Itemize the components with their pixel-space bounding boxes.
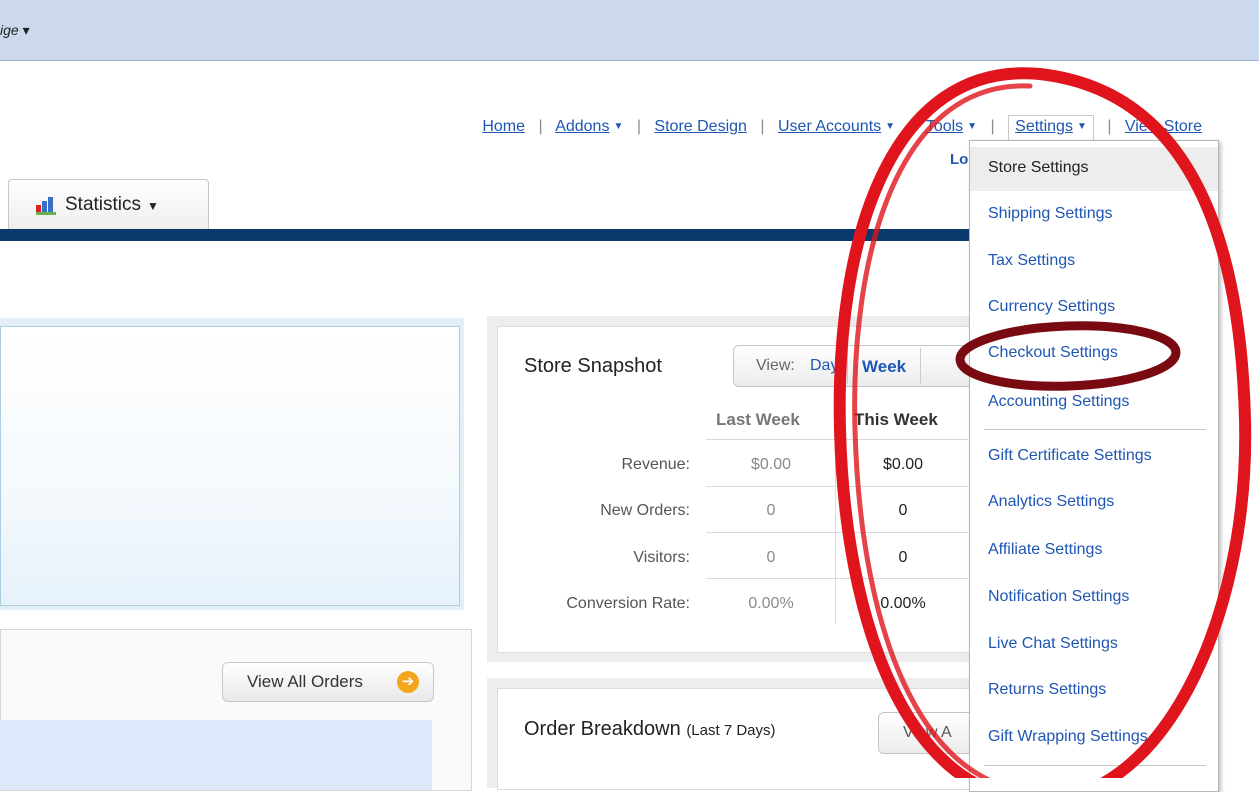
nav-separator: | <box>538 118 543 135</box>
view-all-orders-button[interactable]: View All Orders ➔ <box>222 662 434 702</box>
nav-tools-label: Tools <box>925 118 964 135</box>
conversion-last-week: 0.00% <box>748 595 794 612</box>
menu-divider <box>984 765 1206 766</box>
dashboard-panel <box>0 318 464 610</box>
conversion-this-week: 0.00% <box>880 595 926 612</box>
orders-list-area <box>0 720 432 790</box>
snapshot-view-toggle: View: Day Week <box>733 345 975 387</box>
settings-dropdown-menu: Store Settings Shipping Settings Tax Set… <box>969 140 1219 792</box>
revenue-last-week: $0.00 <box>750 456 792 473</box>
nav-separator: | <box>908 118 913 135</box>
nav-user-accounts-link[interactable]: User Accounts ▼ <box>778 118 895 135</box>
visitors-last-week: 0 <box>766 549 776 566</box>
chevron-down-icon: ▼ <box>613 121 624 132</box>
nav-tools-link[interactable]: Tools ▼ <box>926 118 977 135</box>
bar-chart-icon <box>36 197 56 215</box>
nav-settings-link[interactable]: Settings ▼ <box>1015 118 1087 135</box>
nav-view-store-link[interactable]: View Store <box>1125 118 1202 135</box>
nav-separator: | <box>760 118 765 135</box>
row-divider <box>706 439 968 440</box>
nav-user-accounts-label: User Accounts <box>777 118 882 135</box>
column-header-this-week: This Week <box>854 410 938 429</box>
menu-divider <box>984 429 1206 430</box>
menu-item-accounting-settings[interactable]: Accounting Settings <box>970 381 1218 425</box>
revenue-this-week: $0.00 <box>882 456 924 473</box>
view-all-orders-label: View All Orders <box>247 672 363 691</box>
menu-item-tax-settings[interactable]: Tax Settings <box>970 240 1218 284</box>
new-orders-last-week: 0 <box>766 502 776 519</box>
main-nav-bar <box>0 229 980 241</box>
nav-settings-label: Settings <box>1015 118 1073 135</box>
new-orders-this-week: 0 <box>898 502 908 519</box>
chevron-down-icon: ▼ <box>967 121 978 132</box>
menu-item-store-settings[interactable]: Store Settings <box>970 147 1218 191</box>
nav-addons-label: Addons <box>555 118 610 135</box>
view-label: View: <box>756 357 795 374</box>
menu-item-currency-settings[interactable]: Currency Settings <box>970 286 1218 330</box>
menu-item-notification-settings[interactable]: Notification Settings <box>970 576 1218 620</box>
view-all-breakdown-label: View A <box>903 724 952 741</box>
login-link[interactable]: Lo <box>950 151 968 168</box>
nav-separator: | <box>1107 118 1112 135</box>
row-label-revenue: Revenue: <box>621 456 691 473</box>
menu-item-gift-wrapping-settings[interactable]: Gift Wrapping Settings <box>970 716 1218 760</box>
view-week-button[interactable]: Week <box>847 348 922 384</box>
nav-separator: | <box>990 118 995 135</box>
row-divider <box>706 578 968 579</box>
menu-item-checkout-settings[interactable]: Checkout Settings <box>970 332 1218 376</box>
row-label-conversion-rate: Conversion Rate: <box>566 595 690 612</box>
row-label-visitors: Visitors: <box>633 549 690 566</box>
top-navigation: Home | Addons ▼ | Store Design | User Acc… <box>482 115 1202 140</box>
nav-home-link[interactable]: Home <box>482 118 525 135</box>
nav-addons-link[interactable]: Addons ▼ <box>555 118 623 135</box>
menu-item-affiliate-settings[interactable]: Affiliate Settings <box>970 529 1218 573</box>
view-day-button[interactable]: Day <box>810 357 838 375</box>
nav-separator: | <box>636 118 641 135</box>
browser-toolbar: ige ▾ <box>0 0 1259 61</box>
menu-item-live-chat-settings[interactable]: Live Chat Settings <box>970 623 1218 667</box>
row-divider <box>706 532 968 533</box>
row-divider <box>706 486 968 487</box>
menu-item-analytics-settings[interactable]: Analytics Settings <box>970 481 1218 525</box>
toolbar-partial-label[interactable]: ige ▾ <box>0 22 30 39</box>
tab-statistics-label: Statistics <box>65 194 142 215</box>
chevron-down-icon: ▼ <box>147 199 159 213</box>
visitors-this-week: 0 <box>898 549 908 566</box>
column-header-last-week: Last Week <box>716 410 800 429</box>
store-snapshot-title: Store Snapshot <box>524 355 662 377</box>
order-breakdown-period: (Last 7 Days) <box>686 722 776 739</box>
menu-item-gift-certificate-settings[interactable]: Gift Certificate Settings <box>970 435 1218 479</box>
order-breakdown-heading: Order Breakdown <box>524 718 681 740</box>
nav-settings-tab[interactable]: Settings ▼ <box>1008 115 1094 140</box>
chevron-down-icon: ▼ <box>1076 121 1087 132</box>
chevron-down-icon: ▼ <box>885 121 896 132</box>
nav-store-design-link[interactable]: Store Design <box>654 118 747 135</box>
row-label-new-orders: New Orders: <box>600 502 690 519</box>
order-breakdown-title: Order Breakdown (Last 7 Days) <box>524 718 776 741</box>
tab-statistics[interactable]: Statistics ▼ <box>8 179 209 230</box>
arrow-right-icon: ➔ <box>397 671 419 693</box>
menu-item-shipping-settings[interactable]: Shipping Settings <box>970 193 1218 237</box>
menu-item-returns-settings[interactable]: Returns Settings <box>970 669 1218 713</box>
